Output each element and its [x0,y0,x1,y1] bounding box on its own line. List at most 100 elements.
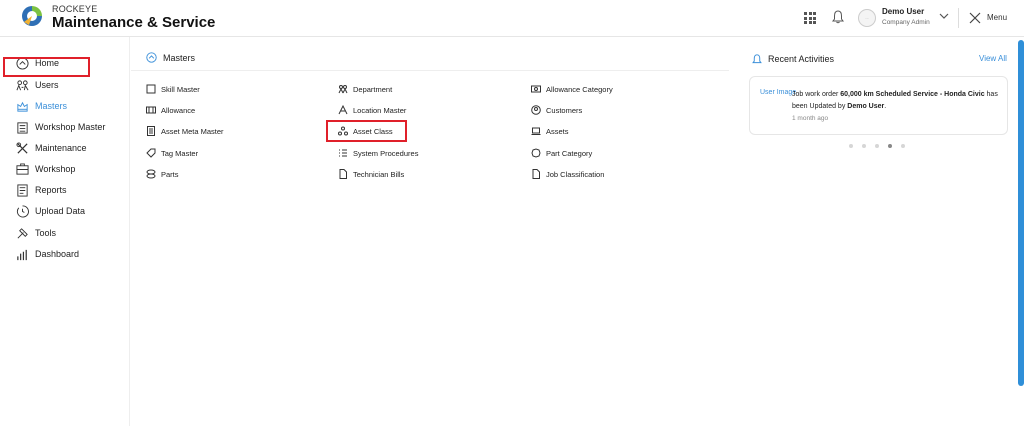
sidebar-item-label: Workshop [35,164,76,174]
card-icon [531,85,541,93]
sidebar-item-label: Workshop Master [35,122,106,132]
link-label: System Procedures [353,148,419,158]
master-link-assets[interactable]: Assets [531,125,569,137]
upload-icon [16,204,29,217]
menu-button[interactable]: Menu [987,13,1007,22]
main-content [131,37,729,426]
user-name[interactable]: Demo User [882,7,924,16]
sidebar-item-label: Dashboard [35,249,80,259]
link-label: Parts [161,169,179,179]
hammer-icon [17,227,28,238]
sidebar-item-label: Users [35,80,59,90]
clipboard-icon [17,121,28,134]
link-label: Technician Bills [353,169,405,179]
sidebar-item-label: Upload Data [35,206,86,216]
link-label: Tag Master [161,148,199,158]
rockeye-logo [22,6,42,26]
master-link-allowance[interactable]: Allowance [146,104,195,116]
chevron-down-icon[interactable] [939,12,949,20]
master-link-asset-meta-master[interactable]: Asset Meta Master [146,125,224,137]
sidebar-item-maintenance[interactable]: Maintenance [16,140,87,156]
header-divider [958,8,959,28]
divider [131,70,729,71]
master-link-system-procedures[interactable]: System Procedures [338,147,418,159]
link-label: Asset Meta Master [161,126,224,136]
carousel-dot[interactable] [862,144,866,148]
report-icon [17,183,28,197]
master-link-technician-bills[interactable]: Technician Bills [338,168,404,180]
link-label: Assets [546,126,569,136]
link-label: Location Master [353,105,407,115]
master-link-location-master[interactable]: Location Master [338,104,406,116]
chart-icon [17,249,27,260]
master-link-job-classification[interactable]: Job Classification [531,168,604,180]
sidebar-item-label: Masters [35,101,68,111]
tag-icon [146,148,156,158]
parts-icon [146,169,156,179]
bell-icon [752,54,762,64]
user-image-placeholder: User Image [760,89,797,96]
file-icon [532,169,540,179]
recent-activities-title: Recent Activities [768,54,835,64]
activity-time: 1 month ago [792,115,829,122]
link-label: Department [353,84,393,94]
clipboard-icon [146,84,156,94]
carousel-dot[interactable] [875,144,879,148]
link-label: Skill Master [161,84,200,94]
top-header: ROCKEYE Maintenance & Service ... Demo U… [0,0,1024,37]
master-link-parts[interactable]: Parts [146,168,179,180]
page-title: Masters [163,52,196,63]
master-link-customers[interactable]: Customers [531,104,582,116]
asset-class-highlight-box [326,120,407,142]
notification-bell-icon[interactable] [832,10,844,24]
sidebar-item-workshop[interactable]: Workshop [16,161,75,177]
sidebar-item-dashboard[interactable]: Dashboard [16,246,79,262]
user-role: Company Admin [882,19,930,26]
user-circle-icon [531,105,541,115]
carousel-dot[interactable] [849,144,853,148]
workshop-icon [16,162,29,175]
sidebar-item-label: Reports [35,185,67,195]
apps-grid-icon[interactable] [804,12,816,24]
masters-highlight-box [3,57,90,77]
tools-icon [16,141,28,154]
carousel-dot[interactable] [901,144,905,148]
close-icon[interactable] [969,12,981,24]
users-icon [338,85,348,94]
users-icon [16,79,29,90]
file-icon [339,169,347,179]
sidebar-item-label: Tools [35,228,57,238]
sidebar-item-workshop-master[interactable]: Workshop Master [16,119,105,135]
home-icon [146,52,157,63]
link-label: Allowance Category [546,84,613,94]
list-icon [339,149,347,157]
card-icon [146,106,156,114]
avatar[interactable]: ... [858,9,876,27]
activity-text: Job work order 60,000 km Scheduled Servi… [792,91,998,110]
sidebar-item-users[interactable]: Users [16,77,59,93]
link-label: Part Category [546,148,593,158]
sidebar-item-upload-data[interactable]: Upload Data [16,203,85,219]
document-icon [147,126,155,136]
brand-small: ROCKEYE [52,4,98,14]
sidebar-item-label: Maintenance [35,143,87,153]
location-icon [338,105,348,115]
laptop-icon [531,127,541,135]
link-label: Allowance [161,105,196,115]
masters-icon [17,101,28,112]
sidebar-item-reports[interactable]: Reports [16,182,67,198]
master-link-tag-master[interactable]: Tag Master [146,147,198,159]
sidebar-item-tools[interactable]: Tools [16,225,56,241]
carousel-dot-active[interactable] [888,144,892,148]
scrollbar[interactable] [1018,40,1024,386]
view-all-link[interactable]: View All [979,54,1007,63]
sidebar-item-masters[interactable]: Masters [16,98,67,114]
master-link-allowance-category[interactable]: Allowance Category [531,83,613,95]
link-label: Job Classification [546,169,605,179]
master-link-department[interactable]: Department [338,83,392,95]
link-label: Customers [546,105,583,115]
master-link-part-category[interactable]: Part Category [531,147,592,159]
master-link-skill-master[interactable]: Skill Master [146,83,200,95]
carousel-dots [849,144,905,148]
masters-heading: Masters [146,52,195,63]
